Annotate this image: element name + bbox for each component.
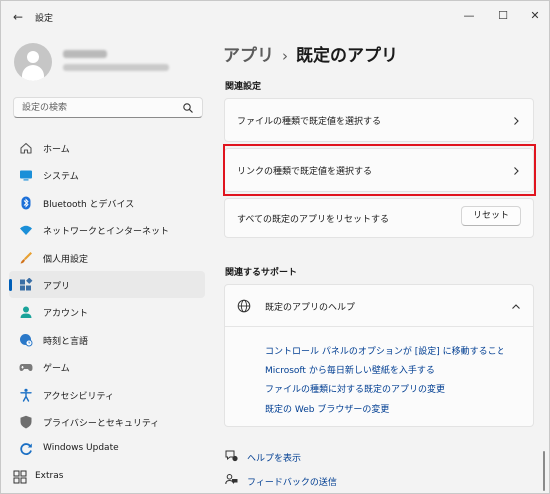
search-input[interactable] (22, 101, 182, 114)
sidebar-item-gaming[interactable]: ゲーム (9, 353, 205, 380)
sidebar-item-label: 時刻と言語 (43, 336, 89, 347)
sidebar-item-label: プライバシーとセキュリティ (43, 418, 160, 429)
help-link[interactable]: 既定の Web ブラウザーの変更 (265, 402, 389, 415)
chevron-right-icon (514, 117, 519, 125)
settings-window: ← 設定 — ☐ ✕ ホーム システム (0, 0, 550, 494)
help-link[interactable]: Microsoft から毎日新しい壁紙を入手する (265, 363, 435, 376)
shield-icon (20, 415, 32, 429)
sidebar-item-label: ネットワークとインターネット (43, 227, 170, 238)
sidebar-item-home[interactable]: ホーム (9, 134, 205, 161)
page-title: 既定のアプリ (296, 46, 398, 66)
maximize-button[interactable]: ☐ (490, 7, 516, 25)
sidebar-item-label: アカウント (43, 309, 89, 320)
sidebar-item-label: 個人用設定 (43, 254, 89, 265)
help-title: 既定のアプリのヘルプ (265, 303, 356, 313)
sidebar-item-label: システム (43, 172, 79, 183)
sidebar-item-bluetooth[interactable]: Bluetooth とデバイス (9, 189, 205, 216)
breadcrumb-parent[interactable]: アプリ (223, 46, 274, 66)
sidebar-item-time-language[interactable]: 時刻と言語 (9, 326, 205, 353)
sidebar-item-privacy[interactable]: プライバシーとセキュリティ (9, 408, 205, 435)
account-icon (20, 306, 32, 319)
highlight-box (223, 144, 536, 196)
extras-icon (13, 470, 27, 484)
related-settings-heading: 関連設定 (225, 82, 262, 92)
search-icon[interactable] (182, 102, 194, 114)
sidebar-item-label: ゲーム (43, 364, 70, 375)
scrollbar[interactable] (543, 451, 545, 491)
help-link[interactable]: コントロール パネルのオプションが [設定] に移動することについて (265, 344, 503, 357)
reset-button[interactable]: リセット (461, 206, 521, 226)
sidebar-item-network[interactable]: ネットワークとインターネット (9, 216, 205, 243)
selection-indicator (9, 278, 12, 291)
row-label: すべての既定のアプリをリセットする (237, 215, 390, 225)
file-type-defaults-row[interactable]: ファイルの種類で既定値を選択する (224, 98, 534, 142)
get-help-link[interactable]: ヘルプを表示 (247, 451, 301, 464)
feedback-icon (225, 474, 238, 485)
avatar[interactable] (14, 43, 52, 81)
search-box[interactable] (13, 97, 203, 118)
breadcrumb: アプリ › 既定のアプリ (223, 41, 398, 66)
sidebar-item-apps[interactable]: アプリ (9, 270, 205, 299)
account-email-redacted (63, 64, 169, 71)
related-support-heading: 関連するサポート (225, 268, 298, 278)
sidebar-item-label: ホーム (43, 145, 70, 155)
minimize-button[interactable]: — (456, 7, 482, 25)
system-icon (20, 170, 32, 181)
sidebar-item-label: アクセシビリティ (43, 391, 115, 402)
avatar-body (22, 65, 44, 81)
windows-update-icon (20, 443, 32, 456)
wifi-icon (20, 225, 32, 236)
row-label: ファイルの種類で既定値を選択する (237, 117, 382, 127)
apps-icon (20, 277, 33, 291)
brush-icon (20, 251, 32, 264)
gamepad-icon (19, 364, 33, 372)
app-title: 設定 (35, 14, 54, 24)
sidebar-item-system[interactable]: システム (9, 161, 205, 188)
sidebar-item-personalization[interactable]: 個人用設定 (9, 244, 205, 271)
avatar-head (27, 51, 39, 63)
sidebar-item-windows-update[interactable]: Windows Update (9, 435, 205, 462)
help-link[interactable]: ファイルの種類に対する既定のアプリの変更 (265, 382, 445, 395)
sidebar-item-accessibility[interactable]: アクセシビリティ (9, 381, 205, 408)
sidebar-item-accounts[interactable]: アカウント (9, 298, 205, 325)
globe-icon (237, 299, 251, 313)
sidebar-item-label: Windows Update (43, 443, 119, 454)
breadcrumb-separator: › (282, 47, 288, 65)
chevron-up-icon[interactable] (511, 302, 521, 312)
sidebar-item-label: アプリ (43, 281, 71, 292)
back-button[interactable]: ← (9, 9, 27, 25)
sidebar-item-label: Bluetooth とデバイス (43, 199, 135, 210)
bluetooth-icon (21, 196, 31, 210)
get-help-icon (225, 450, 238, 462)
sidebar-item-label: Extras (35, 471, 64, 481)
reset-defaults-row: すべての既定のアプリをリセットする リセット (224, 198, 534, 238)
help-card-header[interactable]: 既定のアプリのヘルプ (225, 285, 533, 327)
sidebar-nav: ホーム システム Bluetooth とデバイス ネットワークとインターネット (9, 134, 205, 463)
sidebar-item-extras[interactable]: Extras (1, 468, 201, 488)
account-name-redacted (63, 50, 107, 58)
globe-clock-icon (20, 333, 33, 347)
home-icon (20, 142, 32, 154)
title-bar: ← 設定 — ☐ ✕ (1, 1, 549, 33)
close-button[interactable]: ✕ (522, 7, 548, 25)
accessibility-icon (20, 388, 32, 402)
feedback-link[interactable]: フィードバックの送信 (247, 475, 337, 488)
